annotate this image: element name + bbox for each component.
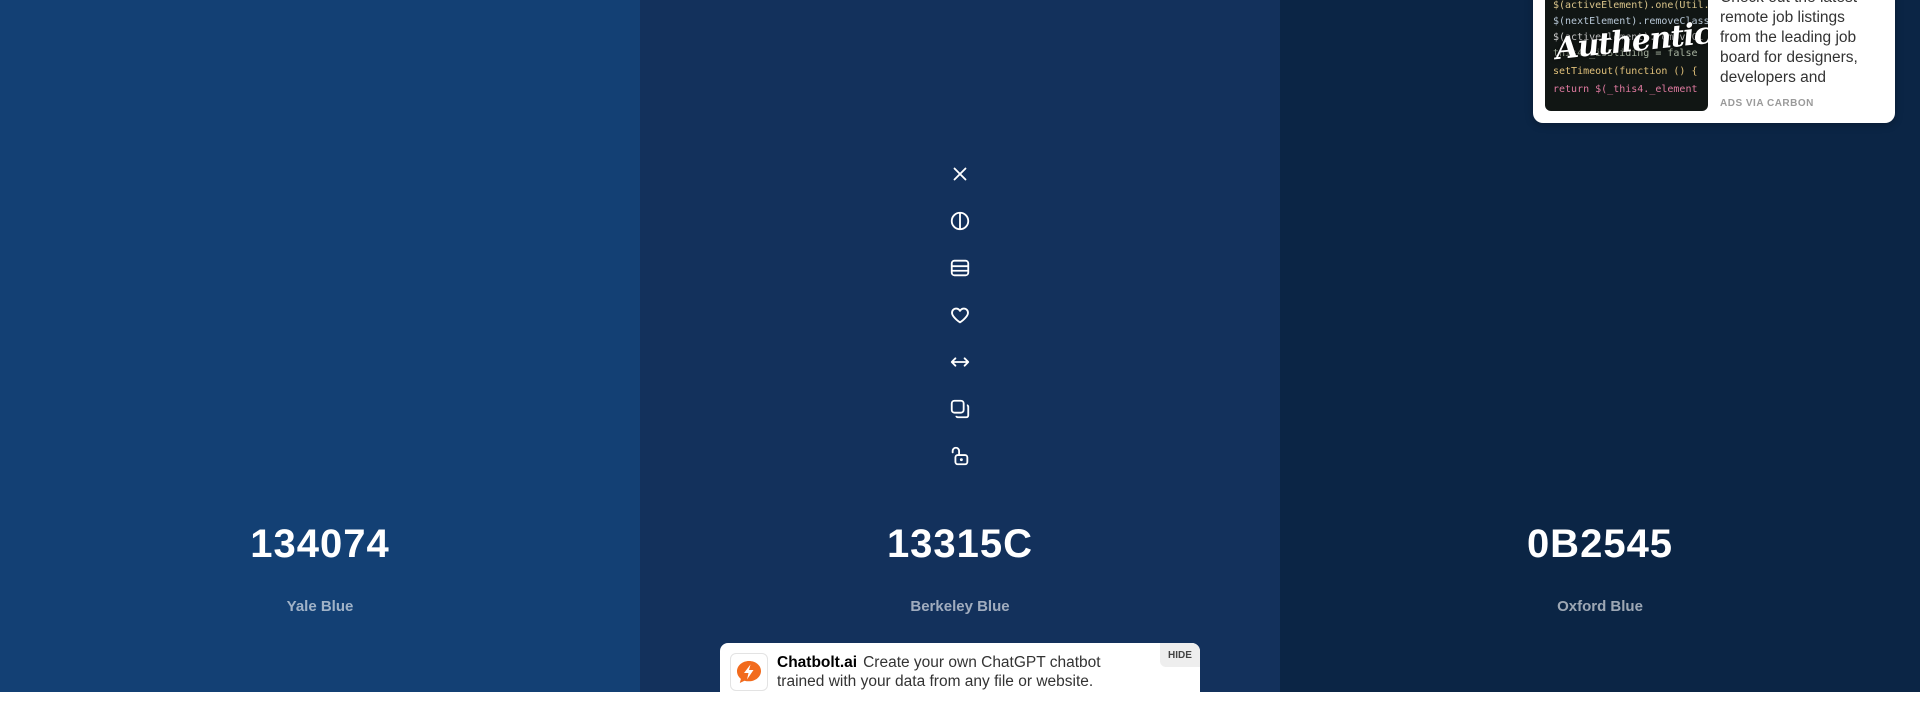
code-line: setTimeout(function () { <box>1553 66 1698 77</box>
heart-icon <box>951 307 969 323</box>
swatch-1[interactable]: 13315C Berkeley Blue <box>640 0 1280 692</box>
lightning-bubble-icon <box>737 661 761 683</box>
drag-horizontal-icon <box>950 356 970 367</box>
hide-sponsor-button[interactable]: HIDE <box>1160 643 1200 667</box>
shades-icon <box>950 259 970 276</box>
sponsor-text[interactable]: Chatbolt.ai Create your own ChatGPT chatb… <box>777 653 1127 691</box>
copy-hex-button[interactable] <box>940 385 980 432</box>
carbon-ad[interactable]: $(activeElement).one(Util.TR $(nextEleme… <box>1533 0 1895 123</box>
close-icon <box>953 167 967 180</box>
save-color-button[interactable] <box>940 291 980 338</box>
contrast-button[interactable] <box>940 197 980 244</box>
swatch-toolbar <box>940 150 980 479</box>
carbon-ad-image[interactable]: $(activeElement).one(Util.TR $(nextEleme… <box>1545 0 1708 111</box>
sponsor-bar[interactable]: Chatbolt.ai Create your own ChatGPT chatb… <box>720 643 1200 703</box>
shades-button[interactable] <box>940 244 980 291</box>
contrast-icon <box>950 211 970 230</box>
hex-code[interactable]: 0B2545 <box>1280 522 1920 567</box>
lock-color-button[interactable] <box>940 432 980 479</box>
hex-code[interactable]: 134074 <box>0 522 640 567</box>
color-name[interactable]: Yale Blue <box>0 598 640 615</box>
carbon-ad-via[interactable]: ADS VIA CARBON <box>1720 98 1814 109</box>
hex-code[interactable]: 13315C <box>640 522 1280 567</box>
code-line: return $(_this4._element <box>1553 84 1698 95</box>
code-line: $(activeElement).one(Util.TR <box>1553 0 1708 11</box>
swatch-0[interactable]: 134074 Yale Blue <box>0 0 640 692</box>
chatbolt-logo <box>730 653 768 691</box>
unlock-icon <box>951 446 969 465</box>
sponsor-brand[interactable]: Chatbolt.ai <box>777 654 857 671</box>
drag-button[interactable] <box>940 338 980 385</box>
copy-icon <box>950 399 970 418</box>
remove-color-button[interactable] <box>940 150 980 197</box>
color-name[interactable]: Berkeley Blue <box>640 598 1280 615</box>
carbon-ad-text[interactable]: Check out the latest remote job listings… <box>1720 0 1880 88</box>
color-name[interactable]: Oxford Blue <box>1280 598 1920 615</box>
